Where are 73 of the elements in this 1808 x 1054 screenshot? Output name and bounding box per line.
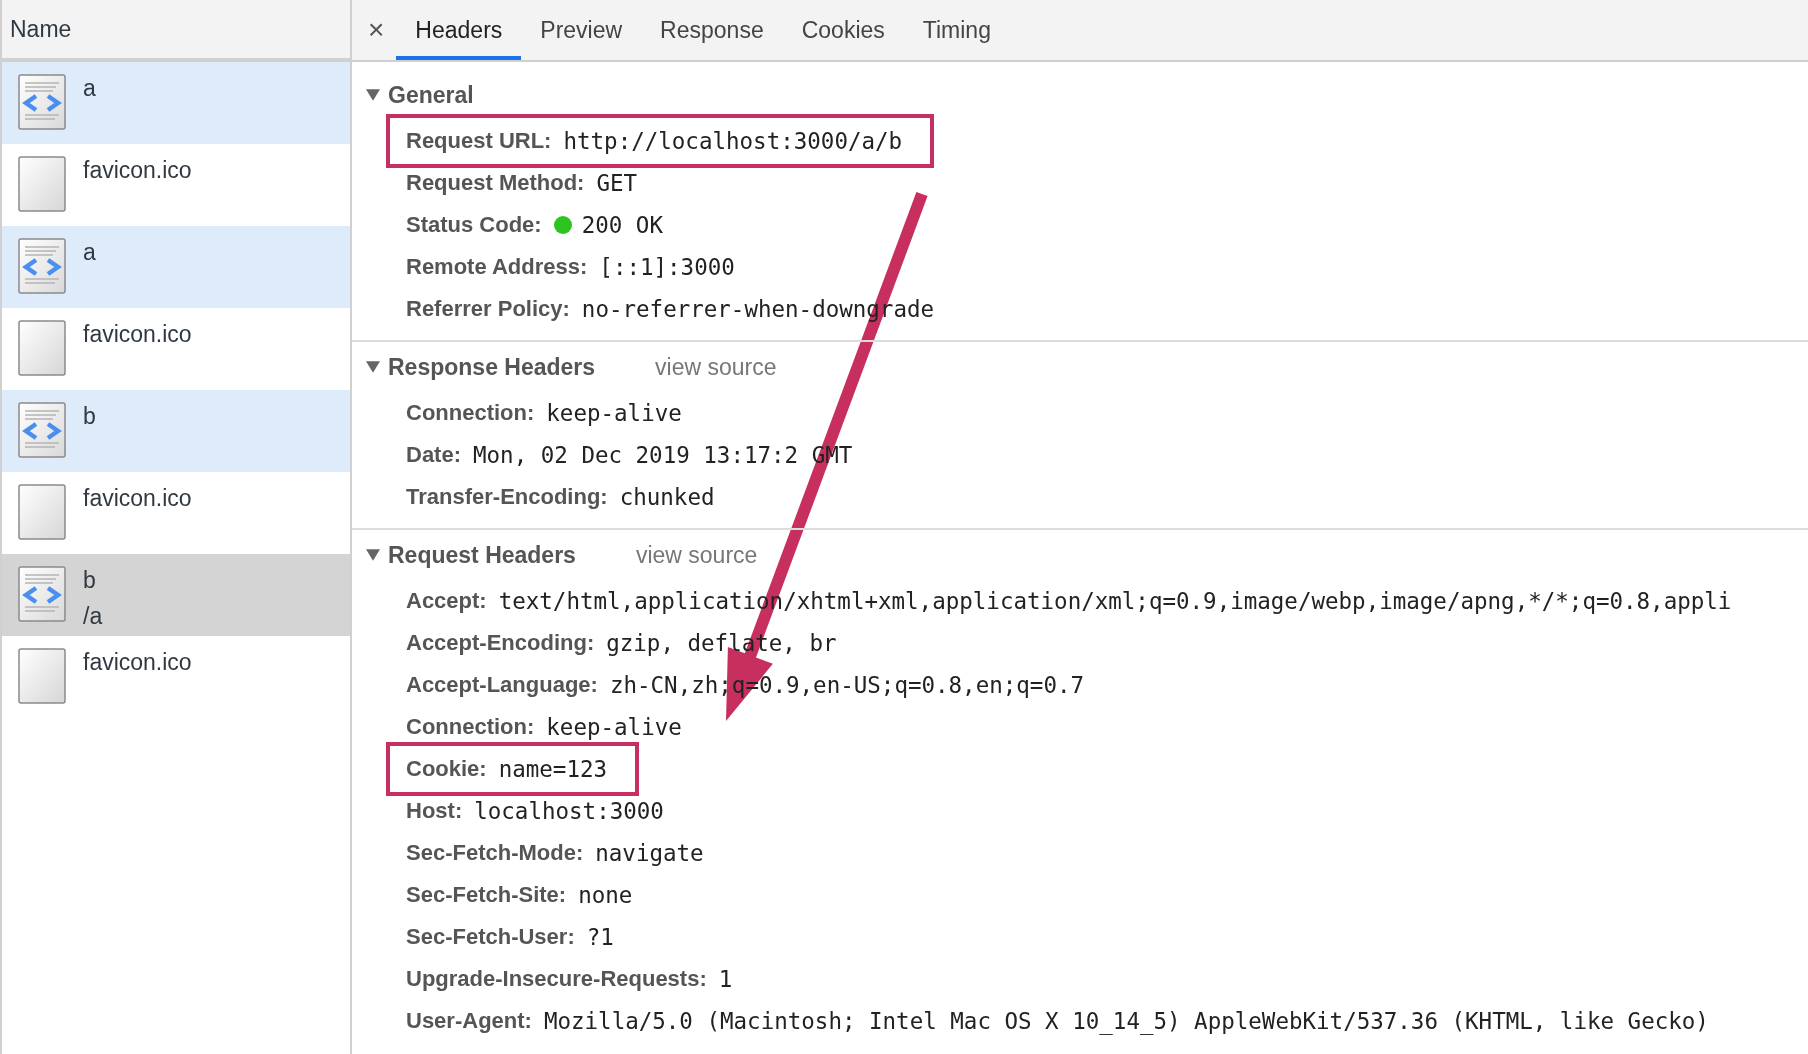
tab[interactable]: Timing bbox=[903, 0, 1010, 60]
header-value: name=123 bbox=[498, 756, 608, 782]
section-toggle[interactable] bbox=[366, 89, 382, 101]
column-header[interactable]: Name bbox=[2, 0, 350, 62]
header-name: Sec-Fetch-Mode: bbox=[406, 840, 584, 866]
request-row[interactable]: b bbox=[2, 390, 350, 472]
document-code-icon bbox=[17, 402, 67, 458]
request-name: favicon.ico bbox=[83, 321, 192, 347]
request-name: favicon.ico bbox=[83, 649, 192, 675]
header-name: Upgrade-Insecure-Requests: bbox=[406, 966, 707, 992]
section-toggle[interactable] bbox=[366, 549, 382, 561]
section-title[interactable]: General bbox=[388, 81, 474, 109]
section-title[interactable]: Request Headers bbox=[388, 541, 576, 569]
header-name: Connection: bbox=[406, 400, 535, 426]
tab[interactable]: Preview bbox=[521, 0, 642, 60]
header-name: Date: bbox=[406, 442, 461, 468]
request-row[interactable]: favicon.ico bbox=[2, 144, 350, 226]
header-value: http://localhost:3000/a/b bbox=[563, 128, 903, 154]
header-name: Remote Address: bbox=[406, 254, 588, 280]
request-row[interactable]: a bbox=[2, 62, 350, 144]
header-name: Status Code: bbox=[406, 212, 542, 238]
section-toggle[interactable] bbox=[366, 361, 382, 373]
header-value: keep-alive bbox=[546, 400, 682, 426]
header-name: Transfer-Encoding: bbox=[406, 484, 608, 510]
header-name: Referrer Policy: bbox=[406, 296, 570, 322]
header-value: GET bbox=[596, 170, 638, 196]
request-row[interactable]: favicon.ico bbox=[2, 308, 350, 390]
request-row[interactable]: favicon.ico bbox=[2, 636, 350, 718]
header-name: Accept: bbox=[406, 588, 487, 614]
document-code-icon bbox=[17, 566, 67, 622]
request-name: b bbox=[83, 567, 97, 593]
request-row[interactable]: b /a bbox=[2, 554, 350, 636]
header-value: [::1]:3000 bbox=[599, 254, 735, 280]
request-name: a bbox=[83, 239, 96, 265]
request-name: a bbox=[83, 75, 96, 101]
header-name: Request Method: bbox=[406, 170, 585, 196]
blank-file-icon bbox=[17, 484, 67, 540]
request-row[interactable]: favicon.ico bbox=[2, 472, 350, 554]
tab[interactable]: Headers bbox=[396, 0, 522, 60]
header-value: keep-alive bbox=[546, 714, 682, 740]
header-name: Request URL: bbox=[406, 128, 552, 154]
blank-file-icon bbox=[17, 156, 67, 212]
header-name: Sec-Fetch-Site: bbox=[406, 882, 567, 908]
header-value: navigate bbox=[595, 840, 704, 866]
tab[interactable]: Cookies bbox=[782, 0, 904, 60]
view-source-link[interactable]: view source bbox=[655, 353, 777, 381]
blank-file-icon bbox=[17, 320, 67, 376]
header-name: Accept-Language: bbox=[406, 672, 598, 698]
header-name: Cookie: bbox=[406, 756, 487, 782]
request-path: /a bbox=[83, 603, 103, 629]
header-name: Connection: bbox=[406, 714, 535, 740]
request-row[interactable]: a bbox=[2, 226, 350, 308]
header-value: ?1 bbox=[586, 924, 614, 950]
section-title[interactable]: Response Headers bbox=[388, 353, 596, 381]
blank-file-icon bbox=[17, 648, 67, 704]
close-button[interactable]: × bbox=[366, 0, 397, 60]
request-name: favicon.ico bbox=[83, 157, 192, 183]
header-name: Host: bbox=[406, 798, 463, 824]
document-code-icon bbox=[17, 238, 67, 294]
header-value: localhost:3000 bbox=[474, 798, 664, 824]
document-code-icon bbox=[17, 74, 67, 130]
header-value: 1 bbox=[718, 966, 733, 992]
header-value: 200 OK bbox=[581, 212, 663, 238]
header-name: Sec-Fetch-User: bbox=[406, 924, 575, 950]
request-name: favicon.ico bbox=[83, 485, 192, 511]
header-name: Accept-Encoding: bbox=[406, 630, 595, 656]
header-value: Mozilla/5.0 (Macintosh; Intel Mac OS X 10_14_5) AppleWebKit/537.36 (KHTML, like Gecko) bbox=[543, 1008, 1709, 1034]
request-name: b bbox=[83, 403, 96, 429]
view-source-link[interactable]: view source bbox=[635, 541, 758, 569]
tab[interactable]: Response bbox=[641, 0, 783, 60]
header-name: User-Agent: bbox=[406, 1008, 532, 1034]
header-value: chunked bbox=[619, 484, 715, 510]
header-value: none bbox=[578, 882, 633, 908]
